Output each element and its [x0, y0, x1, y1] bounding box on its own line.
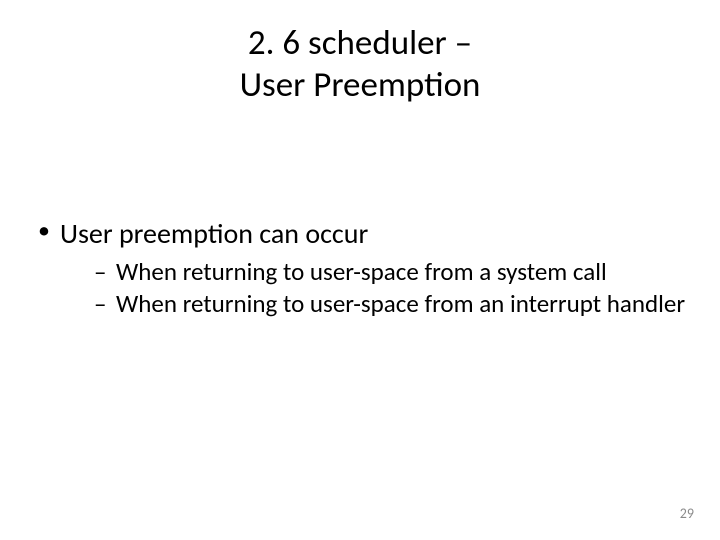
title-line-1: 2. 6 scheduler –	[248, 22, 472, 64]
slide-title: 2. 6 scheduler – User Preemption	[30, 22, 690, 106]
bullet-main: User preemption can occur When returning…	[30, 216, 690, 319]
sub-bullet-1: When returning to user-space from a syst…	[60, 257, 690, 287]
sub-bullet-2: When returning to user-space from an int…	[60, 289, 690, 319]
title-line-2: User Preemption	[240, 64, 481, 106]
sub-bullet-list: When returning to user-space from a syst…	[60, 257, 690, 319]
bullet-main-text: User preemption can occur	[60, 216, 368, 251]
bullet-list: User preemption can occur When returning…	[30, 216, 690, 319]
slide-body: User preemption can occur When returning…	[30, 216, 690, 319]
slide: 2. 6 scheduler – User Preemption User pr…	[0, 0, 720, 540]
page-number: 29	[680, 505, 694, 522]
